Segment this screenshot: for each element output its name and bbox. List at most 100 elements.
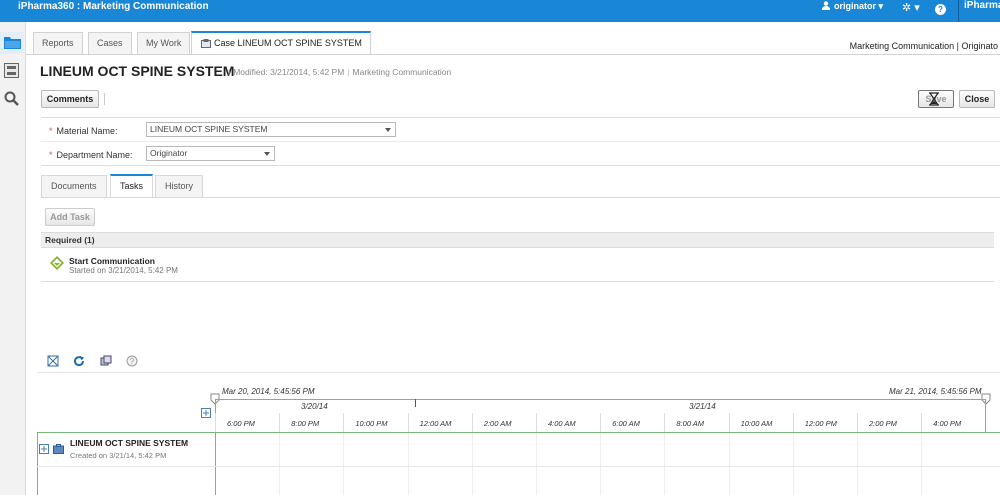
department-name-value: Originator xyxy=(150,148,188,158)
day-divider xyxy=(415,399,416,407)
tab-tasks[interactable]: Tasks xyxy=(110,174,154,197)
hour-label: 8:00 AM xyxy=(676,419,705,428)
chevron-down-icon xyxy=(385,128,391,132)
hour-tick xyxy=(536,413,537,433)
row-divider xyxy=(37,466,1000,467)
help-icon[interactable]: ? xyxy=(126,355,138,367)
grid-column xyxy=(279,433,281,495)
task-status-icon xyxy=(50,256,64,270)
grid-column xyxy=(792,433,794,495)
left-rail xyxy=(0,22,26,495)
solution-name: Marketing Communication xyxy=(352,67,452,77)
hour-label: 10:00 PM xyxy=(355,419,388,428)
add-task-button[interactable]: Add Task xyxy=(45,208,95,226)
day-label: 3/21/14 xyxy=(689,402,716,411)
expand-row-icon[interactable] xyxy=(39,444,49,454)
hour-label: 10:00 AM xyxy=(740,419,773,428)
hour-label: 12:00 PM xyxy=(804,419,837,428)
hour-tick xyxy=(279,413,281,433)
hour-tick xyxy=(728,413,730,433)
case-icon xyxy=(201,39,211,48)
case-meta: | Modified: 3/21/2014, 5:42 PM | Marketing … xyxy=(228,67,452,77)
range-end-label: Mar 21, 2014, 5:45:56 PM xyxy=(889,387,982,396)
hour-label: 6:00 AM xyxy=(612,419,640,428)
grid-column xyxy=(536,433,537,495)
timeline: Mar 20, 2014, 5:45:56 PM Mar 21, 2014, 5… xyxy=(37,375,1000,495)
page-title: LINEUM OCT SPINE SYSTEM xyxy=(40,63,235,79)
work-nav-button[interactable] xyxy=(0,60,24,82)
grid-column xyxy=(664,433,666,495)
day-label: 3/20/14 xyxy=(301,402,328,411)
tabs-divider xyxy=(26,54,1000,55)
close-button[interactable]: Close xyxy=(959,90,995,108)
divider xyxy=(37,372,1000,373)
range-start-label: Mar 20, 2014, 5:45:56 PM xyxy=(222,387,315,396)
hour-label: 12:00 AM xyxy=(419,419,452,428)
inbox-icon xyxy=(4,63,19,78)
hour-label: 8:00 PM xyxy=(291,419,320,428)
toolbar-divider xyxy=(104,93,105,105)
divider xyxy=(41,141,1000,142)
refresh-icon[interactable] xyxy=(73,355,85,367)
timeline-header-line xyxy=(37,432,1000,433)
divider xyxy=(41,165,1000,166)
cases-nav-button[interactable] xyxy=(0,32,24,54)
fit-to-screen-icon[interactable] xyxy=(47,355,59,367)
material-name-value: LINEUM OCT SPINE SYSTEM xyxy=(150,124,268,134)
hour-tick xyxy=(600,413,602,433)
tab-case-label: Case LINEUM OCT SPINE SYSTEM xyxy=(214,38,362,48)
material-name-select[interactable]: LINEUM OCT SPINE SYSTEM xyxy=(146,122,396,137)
top-bar: iPharma360 : Marketing Communication ori… xyxy=(0,0,1000,22)
case-icon xyxy=(53,444,64,454)
subtabs-divider xyxy=(41,197,1000,198)
hour-tick xyxy=(857,413,858,433)
export-icon[interactable] xyxy=(100,355,112,367)
hour-tick xyxy=(664,413,666,433)
comments-button[interactable]: Comments xyxy=(41,90,99,108)
hour-label: 2:00 PM xyxy=(869,419,897,428)
tab-cases[interactable]: Cases xyxy=(88,32,132,54)
grid-column xyxy=(471,433,473,495)
grid-column xyxy=(728,433,730,495)
search-nav-button[interactable] xyxy=(0,88,24,110)
tab-documents[interactable]: Documents xyxy=(41,175,107,197)
tab-reports[interactable]: Reports xyxy=(33,32,83,54)
modified-value: 3/21/2014, 5:42 PM xyxy=(270,67,345,77)
search-icon xyxy=(4,91,19,106)
modified-label: Modified: xyxy=(233,67,268,77)
divider xyxy=(41,281,994,282)
divider xyxy=(41,117,1000,118)
user-menu[interactable]: originator ▾ xyxy=(822,1,883,12)
hour-tick xyxy=(471,413,473,433)
breadcrumb: Marketing Communication | Originato xyxy=(849,41,998,51)
expand-all-icon[interactable] xyxy=(201,408,211,418)
hour-label: 6:00 PM xyxy=(227,419,255,428)
timeline-row-name[interactable]: LINEUM OCT SPINE SYSTEM xyxy=(70,438,188,448)
department-name-label: * Department Name: xyxy=(49,150,133,160)
tab-case[interactable]: Case LINEUM OCT SPINE SYSTEM xyxy=(191,31,371,54)
grid-column xyxy=(407,433,409,495)
app-title: iPharma360 : Marketing Communication xyxy=(18,1,209,12)
hour-label: 4:00 PM xyxy=(933,419,962,428)
hour-label: 2:00 AM xyxy=(483,419,512,428)
timeline-label-divider xyxy=(215,432,216,495)
hour-tick xyxy=(407,413,409,433)
material-name-label: * Material Name: xyxy=(49,126,118,136)
tab-my-work[interactable]: My Work xyxy=(137,32,191,54)
tab-history[interactable]: History xyxy=(155,175,204,197)
user-icon xyxy=(822,1,830,10)
chevron-down-icon xyxy=(264,152,270,156)
department-name-select[interactable]: Originator xyxy=(146,146,275,161)
required-section-header: Required (1) xyxy=(41,232,994,248)
timeline-row-created: Created on 3/21/14, 5:42 PM xyxy=(70,451,167,460)
brand-label: iPharma xyxy=(958,0,1000,22)
hour-tick xyxy=(215,413,216,433)
svg-text:?: ? xyxy=(130,357,135,366)
task-name[interactable]: Start Communication xyxy=(69,256,155,266)
hour-tick xyxy=(343,413,345,433)
help-icon[interactable]: ? xyxy=(935,4,946,15)
timeline-left-edge xyxy=(37,432,38,495)
gear-icon[interactable]: ✲ ▾ xyxy=(902,1,920,14)
hour-tick xyxy=(921,413,923,433)
folder-icon xyxy=(4,37,21,49)
